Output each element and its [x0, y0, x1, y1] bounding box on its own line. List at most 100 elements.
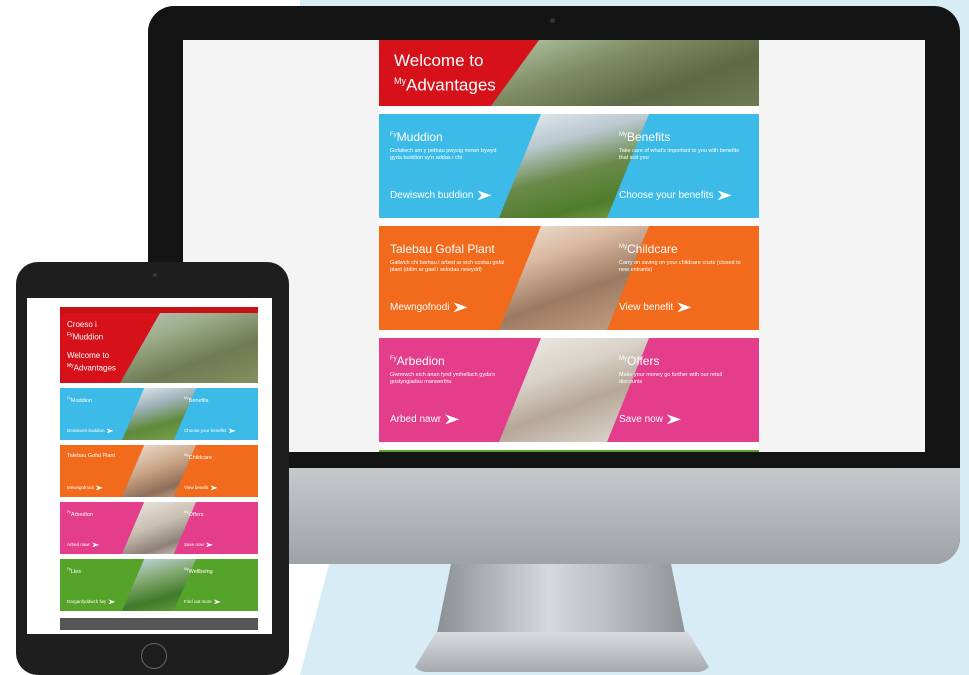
arrow-right-icon	[445, 414, 460, 425]
card-desc-english: Make your money go further with our reta…	[619, 372, 723, 385]
benefits-card: FyMuddion Gofalwch am y pethau pwysig me…	[379, 114, 759, 218]
title-text: Benefits	[627, 130, 671, 144]
text: Childcare	[188, 454, 212, 461]
tablet-benefits-card: FyMuddion Dewiswch buddion MyBenefits Ch…	[60, 388, 258, 440]
arrow-right-icon	[95, 485, 103, 491]
tablet-card-title-welsh: Talebau Gofal Plant	[67, 453, 115, 459]
cta-label: Arbed nawr	[67, 542, 91, 547]
cta-label: Dewiswch buddion	[390, 190, 474, 201]
tablet-cta-welsh[interactable]: Dewiswch buddion	[67, 428, 114, 434]
tablet-cta-english[interactable]: Save now	[184, 542, 213, 548]
cta-label: Mewngofnodi	[67, 485, 94, 490]
choose-benefits-welsh-link[interactable]: Dewiswch buddion	[390, 190, 492, 201]
tablet-cta-english[interactable]: Find out more	[184, 599, 221, 605]
ipad-camera	[153, 273, 157, 277]
title-text: Childcare	[627, 242, 678, 256]
hero-welsh-line1: Croeso i	[67, 320, 97, 329]
view-benefit-link[interactable]: View benefit	[619, 302, 692, 313]
tablet-cta-english[interactable]: View benefit	[184, 485, 218, 491]
tablet-cta-welsh[interactable]: Mewngofnodi	[67, 485, 103, 491]
arrow-right-icon	[213, 599, 221, 605]
hero-welsh-line2: FyMuddion	[67, 330, 103, 343]
desktop-screen: Welcome to MyAdvantages FyMuddion Gofalw…	[183, 40, 925, 452]
tablet-wellbeing-card: FyLles Darganfyddwch fwy MyWellbeing Fin…	[60, 559, 258, 611]
cta-label: Arbed nawr	[390, 414, 442, 425]
prefix: My	[67, 363, 74, 369]
tablet-card-title-welsh: FyMuddion	[67, 396, 92, 404]
save-now-link[interactable]: Save now	[619, 414, 681, 425]
tablet-cta-english[interactable]: Choose your benefits	[184, 428, 236, 434]
text: Arbedion	[70, 511, 93, 518]
title-prefix: My	[619, 356, 627, 362]
title-prefix: Fy	[390, 132, 397, 138]
offers-card: FyArbedion Gwnewch eich arian fynd ymhel…	[379, 338, 759, 442]
tablet-footer	[60, 618, 258, 630]
tablet-childcare-card: Talebau Gofal Plant Mewngofnodi MyChildc…	[60, 445, 258, 497]
title-text: Offers	[627, 354, 660, 368]
login-welsh-link[interactable]: Mewngofnodi	[390, 302, 468, 313]
card-title-welsh: Talebau Gofal Plant	[390, 242, 495, 256]
title-prefix: My	[619, 132, 627, 138]
cta-label: Darganfyddwch fwy	[67, 599, 107, 604]
cta-label: View benefit	[619, 302, 674, 313]
card-title-welsh: FyArbedion	[390, 354, 445, 368]
cta-label: View benefit	[184, 485, 209, 490]
title-text: Arbedion	[396, 354, 445, 368]
card-desc-english: Carry on saving on your childcare costs …	[619, 260, 741, 273]
tablet-card-title-english: MyOffers	[184, 510, 204, 518]
imac-stand-foot	[412, 632, 712, 672]
hero-english-line2: MyAdvantages	[67, 361, 116, 374]
choose-benefits-link[interactable]: Choose your benefits	[619, 190, 732, 201]
arrow-right-icon	[228, 428, 236, 434]
cta-label: Mewngofnodi	[390, 302, 450, 313]
card-desc-english: Take care of what's important to you wit…	[619, 148, 739, 161]
arrow-right-icon	[210, 485, 218, 491]
arrow-right-icon	[108, 599, 116, 605]
card-desc-welsh: Gwnewch eich arian fynd ymhellach gyda'n…	[390, 372, 496, 385]
ipad-home-button[interactable]	[141, 643, 167, 669]
card-desc-welsh: Gofalwch am y pethau pwysig mewn bywyd g…	[390, 148, 497, 161]
tablet-offers-card: FyArbedion Arbed nawr MyOffers Save now	[60, 502, 258, 554]
save-now-welsh-link[interactable]: Arbed nawr	[390, 414, 460, 425]
hero-line1: Welcome to	[394, 51, 484, 70]
cta-label: Save now	[619, 414, 663, 425]
title-prefix: My	[619, 244, 627, 250]
hero-line2-text: Advantages	[406, 75, 496, 95]
imac-camera	[550, 18, 555, 23]
title-prefix: Fy	[390, 356, 397, 362]
arrow-right-icon	[92, 542, 100, 548]
card-desc-welsh: Gallwch chi barhau i arbed ar eich costa…	[390, 260, 505, 273]
tablet-page: Croeso i FyMuddion Welcome to MyAdvantag…	[60, 313, 258, 630]
text: Muddion	[70, 397, 92, 404]
tablet-top-bar: · · ·	[253, 300, 258, 304]
wellbeing-card-partial	[379, 450, 759, 452]
hero-english-line1: Welcome to	[67, 351, 110, 360]
tablet-cta-welsh[interactable]: Darganfyddwch fwy	[67, 599, 116, 605]
title-text: Muddion	[396, 130, 443, 144]
arrow-right-icon	[453, 302, 468, 313]
desktop-page: Welcome to MyAdvantages FyMuddion Gofalw…	[379, 40, 759, 452]
hero-title: Welcome to MyAdvantages	[394, 50, 496, 96]
tablet-card-title-welsh: FyArbedion	[67, 510, 93, 518]
tablet-card-title-english: MyChildcare	[184, 453, 212, 461]
hero-banner: Welcome to MyAdvantages	[379, 40, 759, 106]
childcare-card: Talebau Gofal Plant Gallwch chi barhau i…	[379, 226, 759, 330]
cta-label: Save now	[184, 542, 204, 547]
cta-label: Dewiswch buddion	[67, 428, 105, 433]
cta-label: Find out more	[184, 599, 212, 604]
cta-label: Choose your benefits	[619, 190, 714, 201]
tablet-card-title-english: MyWellbeing	[184, 567, 213, 575]
text: Benefits	[188, 397, 209, 404]
tablet-hero-english: Welcome to MyAdvantages	[67, 351, 116, 374]
tablet-cta-welsh[interactable]: Arbed nawr	[67, 542, 100, 548]
tablet-hero: Croeso i FyMuddion Welcome to MyAdvantag…	[60, 313, 258, 383]
card-title-english: MyOffers	[619, 354, 659, 368]
text: Offers	[188, 511, 204, 518]
card-title-english: MyChildcare	[619, 242, 678, 256]
tablet-screen: · · · ···· Croeso i FyMuddion Welcome to…	[27, 298, 272, 634]
cta-label: Choose your benefits	[184, 428, 227, 433]
arrow-right-icon	[477, 190, 492, 201]
arrow-right-icon	[677, 302, 692, 313]
arrow-right-icon	[205, 542, 213, 548]
arrow-right-icon	[106, 428, 114, 434]
